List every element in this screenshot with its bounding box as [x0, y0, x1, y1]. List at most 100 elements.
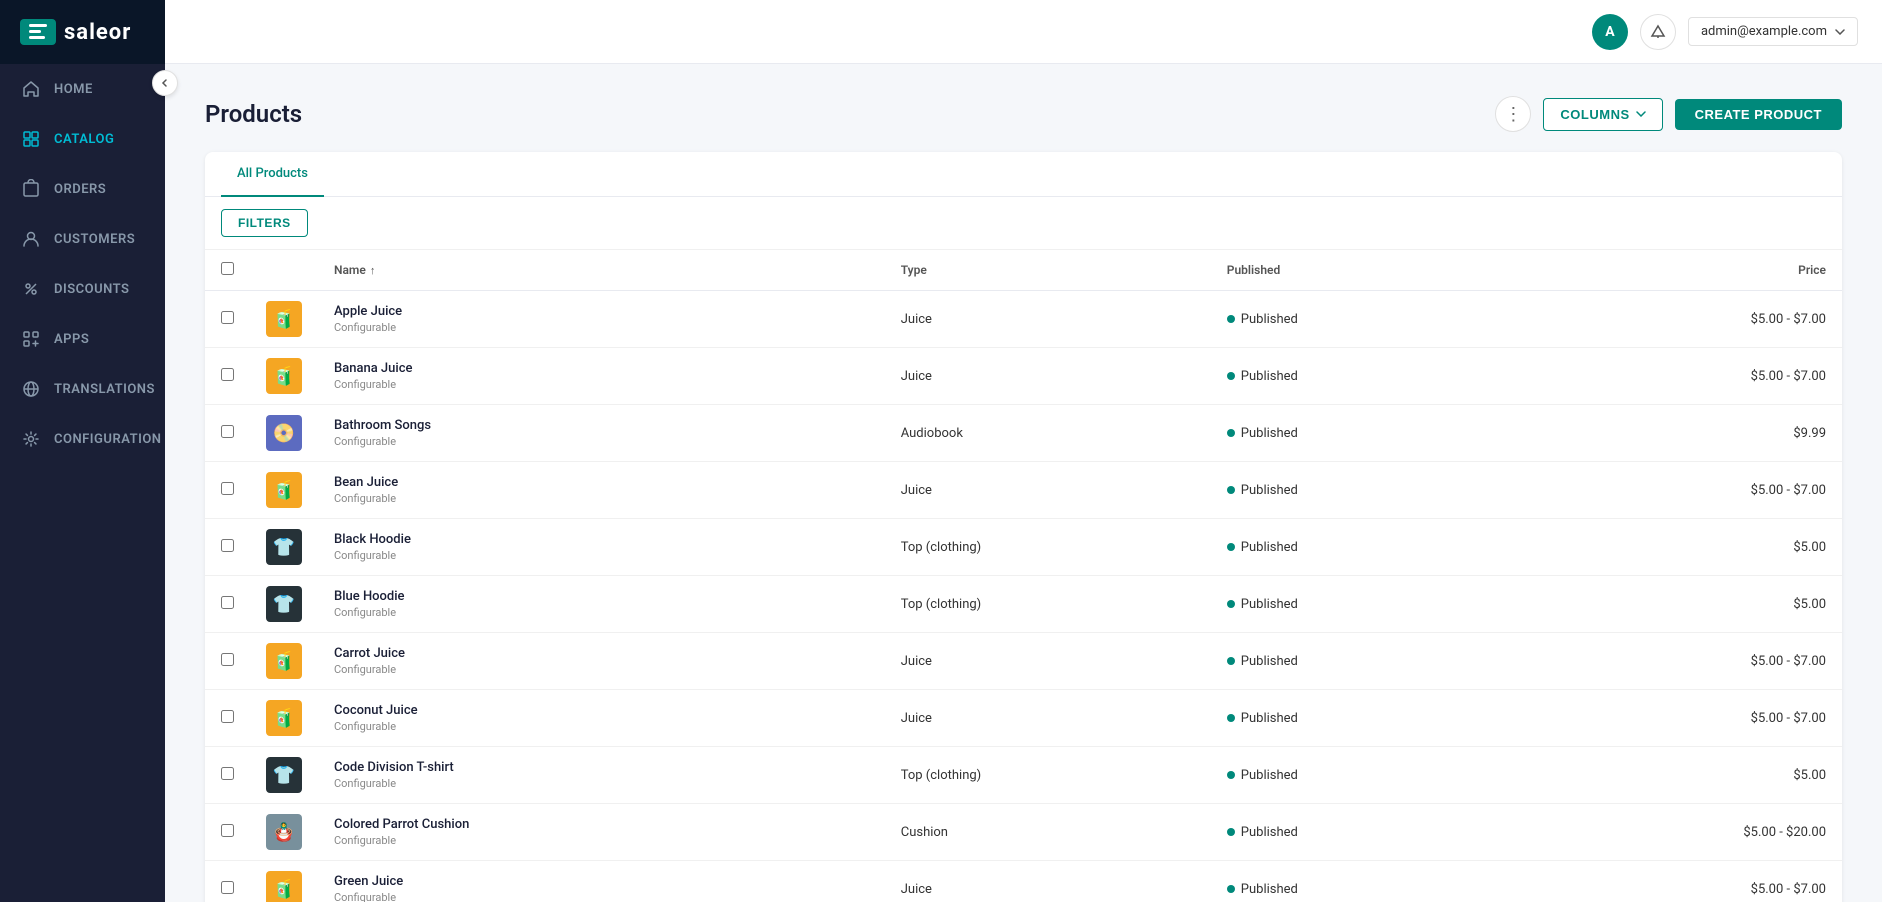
page-title: Products [205, 100, 302, 128]
table-row[interactable]: 👕Code Division T-shirtConfigurableTop (c… [205, 747, 1842, 804]
product-subtype: Configurable [334, 891, 869, 902]
table-header-row: Name ↑ Type Published Price [205, 250, 1842, 291]
table-row[interactable]: 📀Bathroom SongsConfigurableAudiobookPubl… [205, 405, 1842, 462]
search-input[interactable] [320, 215, 1826, 231]
product-name: Green Juice [334, 874, 869, 889]
row-checkbox[interactable] [221, 767, 234, 780]
product-price-cell: $5.00 - $7.00 [1510, 462, 1842, 519]
select-all-checkbox[interactable] [221, 262, 234, 275]
sidebar-item-discounts[interactable]: DISCOUNTS [0, 264, 165, 314]
product-name-cell: Colored Parrot CushionConfigurable [318, 804, 885, 861]
sidebar-item-catalog[interactable]: CATALOG [0, 114, 165, 164]
published-dot [1227, 429, 1235, 437]
product-published-cell: Published [1211, 519, 1510, 576]
published-dot [1227, 828, 1235, 836]
sidebar-collapse-button[interactable] [152, 70, 178, 96]
product-name: Apple Juice [334, 304, 869, 319]
product-published-cell: Published [1211, 462, 1510, 519]
table-row[interactable]: 🧃Coconut JuiceConfigurableJuicePublished… [205, 690, 1842, 747]
table-row[interactable]: 👕Blue HoodieConfigurableTop (clothing)Pu… [205, 576, 1842, 633]
product-type-cell: Juice [885, 462, 1211, 519]
row-checkbox[interactable] [221, 596, 234, 609]
product-name-cell: Bathroom SongsConfigurable [318, 405, 885, 462]
product-thumbnail: 👕 [266, 529, 302, 565]
filters-button[interactable]: FILTERS [221, 209, 308, 237]
product-name: Carrot Juice [334, 646, 869, 661]
row-checkbox[interactable] [221, 311, 234, 324]
row-checkbox-cell [205, 291, 250, 348]
table-row[interactable]: 🧃Bean JuiceConfigurableJuicePublished$5.… [205, 462, 1842, 519]
table-row[interactable]: 🪆Colored Parrot CushionConfigurableCushi… [205, 804, 1842, 861]
product-thumbnail: 🧃 [266, 700, 302, 736]
product-thumbnail: 👕 [266, 757, 302, 793]
discounts-icon [20, 278, 42, 300]
product-price-cell: $5.00 - $7.00 [1510, 690, 1842, 747]
more-options-button[interactable]: ⋮ [1495, 96, 1531, 132]
sidebar-item-translations[interactable]: TRANSLATIONS [0, 364, 165, 414]
thumbnail-header [250, 250, 318, 291]
catalog-icon [20, 128, 42, 150]
product-name: Coconut Juice [334, 703, 869, 718]
product-published-cell: Published [1211, 804, 1510, 861]
tab-all-products[interactable]: All Products [221, 152, 324, 197]
product-thumbnail: 🧃 [266, 358, 302, 394]
row-checkbox[interactable] [221, 824, 234, 837]
row-checkbox[interactable] [221, 539, 234, 552]
row-checkbox[interactable] [221, 881, 234, 894]
published-header: Published [1211, 250, 1510, 291]
table-row[interactable]: 🧃Green JuiceConfigurableJuicePublished$5… [205, 861, 1842, 902]
row-checkbox[interactable] [221, 482, 234, 495]
logo-text: saleor [64, 20, 131, 45]
row-checkbox-cell [205, 348, 250, 405]
page-content: Products ⋮ COLUMNS CREATE PRODUCT All Pr… [165, 64, 1882, 902]
sidebar-item-orders[interactable]: ORDERS [0, 164, 165, 214]
name-header[interactable]: Name ↑ [318, 250, 885, 291]
sidebar-item-home[interactable]: HOME [0, 64, 165, 114]
row-checkbox-cell [205, 747, 250, 804]
table-row[interactable]: 🧃Apple JuiceConfigurableJuicePublished$5… [205, 291, 1842, 348]
product-name-cell: Green Juice Configurable [318, 861, 885, 902]
published-label: Published [1241, 426, 1298, 441]
product-price-cell: $5.00 - $20.00 [1510, 804, 1842, 861]
product-thumbnail-cell: 🧃 [250, 633, 318, 690]
row-checkbox[interactable] [221, 710, 234, 723]
customers-icon [20, 228, 42, 250]
columns-button[interactable]: COLUMNS [1543, 98, 1662, 131]
product-published-cell: Published [1211, 291, 1510, 348]
user-menu[interactable]: admin@example.com [1688, 17, 1858, 46]
row-checkbox[interactable] [221, 425, 234, 438]
product-thumbnail: 🧃 [266, 643, 302, 679]
row-checkbox[interactable] [221, 368, 234, 381]
filter-bar: FILTERS [205, 197, 1842, 250]
table-row[interactable]: 🧃Banana JuiceConfigurableJuicePublished$… [205, 348, 1842, 405]
table-row[interactable]: 🧃Carrot JuiceConfigurableJuicePublished$… [205, 633, 1842, 690]
published-dot [1227, 486, 1235, 494]
published-dot [1227, 714, 1235, 722]
product-type-cell: Top (clothing) [885, 576, 1211, 633]
product-thumbnail-cell: 👕 [250, 747, 318, 804]
product-type-cell: Top (clothing) [885, 519, 1211, 576]
published-label: Published [1241, 882, 1298, 897]
product-name-cell: Bean JuiceConfigurable [318, 462, 885, 519]
create-product-button[interactable]: CREATE PRODUCT [1675, 99, 1842, 130]
published-label: Published [1241, 540, 1298, 555]
main-content: A admin@example.com Products ⋮ COLUMNS [165, 0, 1882, 902]
product-name-cell: Carrot Juice Configurable [318, 633, 885, 690]
product-name: Bean Juice [334, 475, 869, 490]
table-row[interactable]: 👕Black HoodieConfigurableTop (clothing)P… [205, 519, 1842, 576]
configuration-icon [20, 428, 42, 450]
product-type-cell: Juice [885, 348, 1211, 405]
notifications-button[interactable] [1640, 14, 1676, 50]
type-header: Type [885, 250, 1211, 291]
product-name-cell: Coconut JuiceConfigurable [318, 690, 885, 747]
sidebar-item-apps[interactable]: APPS [0, 314, 165, 364]
sidebar-item-configuration[interactable]: CONFIGURATION [0, 414, 165, 464]
row-checkbox-cell [205, 405, 250, 462]
product-subtype: Configurable [334, 663, 869, 676]
product-thumbnail-cell: 🧃 [250, 348, 318, 405]
sidebar-item-customers[interactable]: CUSTOMERS [0, 214, 165, 264]
product-thumbnail-cell: 📀 [250, 405, 318, 462]
published-dot [1227, 885, 1235, 893]
published-label: Published [1241, 597, 1298, 612]
row-checkbox[interactable] [221, 653, 234, 666]
